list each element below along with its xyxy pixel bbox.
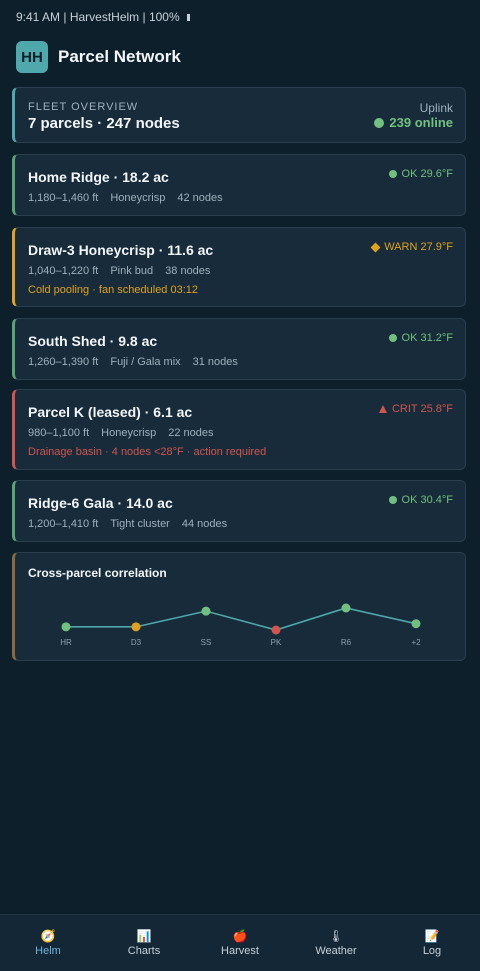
- parcel-status-text: OK 30.4°F: [401, 494, 453, 506]
- parcel-meta: 1,260–1,390 ft Fuji / Gala mix 31 nodes: [28, 356, 238, 368]
- tab-helm[interactable]: 🧭 Helm: [8, 929, 88, 957]
- tab-charts[interactable]: 📊 Charts: [104, 929, 184, 957]
- parcel-meta: 1,040–1,220 ft Pink bud 38 nodes: [28, 265, 210, 277]
- correlation-point-ss[interactable]: [201, 606, 211, 616]
- parcel-name: Draw-3 Honeycrisp · 11.6 ac: [28, 242, 214, 258]
- fleet-overview-label: FLEET OVERVIEW: [28, 101, 139, 113]
- parcel-node-count: 22 nodes: [168, 427, 214, 439]
- parcel-meta: 1,180–1,460 ft Honeycrisp 42 nodes: [28, 192, 223, 204]
- x-tick-label: HR: [60, 638, 72, 647]
- tab-label: Helm: [35, 945, 61, 957]
- x-tick-label: R6: [341, 638, 352, 647]
- parcel-status: CRIT 25.8°F: [378, 403, 453, 415]
- parcel-card[interactable]: Home Ridge · 18.2 ac OK 29.6°F 1,180–1,4…: [12, 154, 466, 216]
- tab-harvest[interactable]: 🍎 Harvest: [200, 929, 280, 957]
- bar-chart-icon: 📊: [136, 929, 152, 943]
- parcel-name: Ridge-6 Gala · 14.0 ac: [28, 495, 173, 511]
- tab-log[interactable]: 📝 Log: [392, 929, 472, 957]
- parcel-node-count: 44 nodes: [181, 518, 228, 530]
- fleet-summary: 7 parcels · 247 nodes: [28, 115, 180, 132]
- parcel-meta: 1,200–1,410 ft Tight cluster 44 nodes: [28, 518, 227, 530]
- parcel-meta: 980–1,100 ft Honeycrisp 22 nodes: [28, 427, 213, 439]
- battery-icon: [186, 13, 190, 21]
- ok-dot-icon: [388, 170, 397, 178]
- correlation-point-pk[interactable]: [271, 625, 281, 635]
- tab-bar: 🧭 Helm 📊 Charts 🍎 Harvest 🌡 Weather 📝 Lo…: [0, 914, 480, 971]
- correlation-point-r6[interactable]: [341, 603, 351, 613]
- tab-label: Weather: [315, 945, 357, 957]
- parcel-variety: Honeycrisp: [101, 427, 157, 439]
- ok-dot-icon: [388, 496, 397, 504]
- critical-triangle-icon: [378, 405, 387, 413]
- parcel-variety: Tight cluster: [110, 518, 170, 530]
- x-tick-label: PK: [271, 638, 282, 647]
- x-tick-label: +2: [411, 638, 421, 647]
- status-bar-text: 9:41 AM | HarvestHelm | 100%: [16, 10, 180, 24]
- parcel-status-text: OK 31.2°F: [401, 332, 453, 344]
- parcel-name: Parcel K (leased) · 6.1 ac: [28, 404, 193, 420]
- tab-label: Harvest: [221, 945, 259, 957]
- correlation-line: [66, 607, 417, 631]
- apple-icon: 🍎: [232, 929, 248, 943]
- online-dot-icon: [374, 117, 385, 128]
- uplink-value: 239 online: [389, 115, 453, 130]
- parcel-node-count: 38 nodes: [165, 265, 211, 277]
- thermometer-icon: 🌡: [328, 929, 344, 943]
- page-title: Parcel Network: [58, 47, 181, 66]
- correlation-point-plus2[interactable]: [411, 619, 421, 629]
- parcel-elevation: 980–1,100 ft: [28, 427, 90, 439]
- tab-label: Log: [422, 945, 442, 957]
- correlation-chart: HR D3 SS PK R6 +2: [60, 603, 421, 647]
- uplink-status: 239 online: [374, 115, 453, 130]
- tab-label: Charts: [127, 945, 161, 957]
- parcel-card[interactable]: Draw-3 Honeycrisp · 11.6 ac WARN 27.9°F …: [12, 227, 466, 307]
- parcel-variety: Pink bud: [110, 265, 154, 277]
- compass-icon: 🧭: [40, 929, 56, 943]
- parcel-elevation: 1,200–1,410 ft: [28, 518, 99, 530]
- parcel-name: Home Ridge · 18.2 ac: [28, 169, 169, 185]
- parcel-status: OK 29.6°F: [388, 168, 453, 180]
- parcel-status: WARN 27.9°F: [370, 241, 453, 253]
- app-logo-icon: HH: [16, 41, 48, 73]
- parcel-variety: Honeycrisp: [110, 192, 166, 204]
- uplink-label: Uplink: [419, 101, 453, 115]
- tab-weather[interactable]: 🌡 Weather: [296, 929, 376, 957]
- parcel-node-count: 42 nodes: [177, 192, 223, 204]
- parcel-status-text: OK 29.6°F: [401, 168, 453, 180]
- parcel-status-text: CRIT 25.8°F: [391, 403, 453, 415]
- parcel-alert: Drainage basin · 4 nodes <28°F · action …: [28, 446, 267, 458]
- parcel-card[interactable]: Parcel K (leased) · 6.1 ac CRIT 25.8°F 9…: [12, 389, 466, 470]
- parcel-elevation: 1,040–1,220 ft: [28, 265, 99, 277]
- parcel-node-count: 31 nodes: [192, 356, 238, 368]
- status-bar: 9:41 AM | HarvestHelm | 100%: [16, 10, 190, 24]
- parcel-status: OK 31.2°F: [388, 332, 453, 344]
- parcel-variety: Fuji / Gala mix: [110, 356, 181, 368]
- warning-diamond-icon: [370, 242, 381, 252]
- x-tick-label: SS: [201, 638, 212, 647]
- parcel-card[interactable]: Ridge-6 Gala · 14.0 ac OK 30.4°F 1,200–1…: [12, 480, 466, 542]
- header: HH Parcel Network: [16, 41, 181, 73]
- parcel-elevation: 1,260–1,390 ft: [28, 356, 99, 368]
- parcel-name: South Shed · 9.8 ac: [28, 333, 158, 349]
- correlation-card[interactable]: Cross-parcel correlation HR D3 SS PK R6 +2: [12, 552, 466, 661]
- correlation-point-hr[interactable]: [61, 622, 71, 632]
- parcel-elevation: 1,180–1,460 ft: [28, 192, 99, 204]
- correlation-point-d3[interactable]: [131, 622, 141, 632]
- parcel-status: OK 30.4°F: [388, 494, 453, 506]
- fleet-overview-card[interactable]: FLEET OVERVIEW 7 parcels · 247 nodes Upl…: [12, 87, 466, 143]
- ok-dot-icon: [388, 334, 397, 342]
- x-tick-label: D3: [131, 638, 142, 647]
- notepad-icon: 📝: [424, 929, 440, 943]
- parcel-card[interactable]: South Shed · 9.8 ac OK 31.2°F 1,260–1,39…: [12, 318, 466, 380]
- parcel-status-text: WARN 27.9°F: [384, 241, 453, 253]
- parcel-alert: Cold pooling · fan scheduled 03:12: [28, 284, 199, 296]
